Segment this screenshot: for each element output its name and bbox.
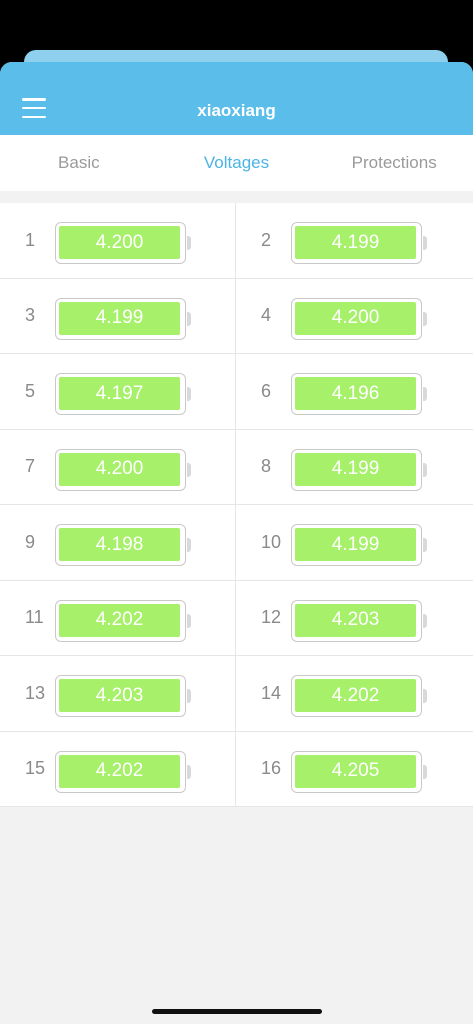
cell-item-9: 9 4.198 (0, 505, 236, 581)
battery-icon: 4.203 (55, 675, 191, 717)
cell-voltage: 4.199 (295, 452, 416, 486)
cell-voltage: 4.199 (59, 301, 180, 335)
tab-voltages[interactable]: Voltages (158, 153, 316, 173)
cell-number: 15 (25, 758, 46, 779)
cell-item-6: 6 4.196 (236, 354, 473, 430)
cell-voltage: 4.202 (59, 754, 180, 788)
battery-icon: 4.203 (291, 599, 427, 642)
cell-voltage: 4.202 (295, 679, 416, 712)
battery-icon: 4.199 (291, 448, 427, 491)
cell-voltage: 4.198 (59, 528, 180, 561)
battery-icon: 4.202 (291, 675, 427, 717)
battery-icon: 4.199 (291, 524, 427, 566)
cell-item-13: 13 4.203 (0, 656, 236, 732)
cell-item-15: 15 4.202 (0, 731, 236, 807)
cell-number: 7 (25, 456, 36, 477)
cell-item-3: 3 4.199 (0, 278, 236, 354)
cell-item-14: 14 4.202 (236, 656, 473, 732)
cell-item-12: 12 4.203 (236, 581, 473, 656)
battery-icon: 4.199 (291, 222, 427, 264)
cell-number: 8 (261, 456, 272, 477)
cell-item-10: 10 4.199 (236, 505, 473, 581)
battery-icon: 4.197 (55, 373, 191, 415)
cell-voltage: 4.202 (59, 603, 180, 637)
cell-number: 9 (25, 531, 36, 552)
cell-voltage: 4.197 (59, 377, 180, 410)
tab-basic[interactable]: Basic (0, 153, 158, 173)
cell-number: 1 (25, 229, 36, 250)
cell-item-5: 5 4.197 (0, 354, 236, 430)
battery-icon: 4.199 (55, 297, 191, 340)
cell-number: 3 (25, 305, 36, 326)
tab-protections[interactable]: Protections (315, 153, 473, 173)
cell-number: 10 (261, 531, 282, 552)
cell-voltage: 4.199 (295, 528, 416, 561)
battery-icon: 4.196 (291, 373, 427, 415)
screen: xiaoxiang Basic Voltages Protections 1 4… (0, 0, 473, 1024)
hamburger-menu-icon[interactable] (22, 98, 46, 118)
cell-item-11: 11 4.202 (0, 580, 236, 656)
cell-item-16: 16 4.205 (236, 732, 473, 807)
cell-voltage-grid: 1 4.200 2 4.199 3 4.199 4 4.200 5 4.197 (0, 203, 473, 807)
cell-voltage: 4.200 (59, 226, 180, 259)
battery-icon: 4.198 (55, 524, 191, 566)
battery-icon: 4.202 (55, 750, 191, 793)
cell-item-2: 2 4.199 (236, 203, 473, 279)
battery-icon: 4.200 (55, 448, 191, 491)
battery-icon: 4.205 (291, 750, 427, 793)
cell-number: 5 (25, 380, 36, 401)
cell-item-7: 7 4.200 (0, 429, 236, 505)
cell-voltage: 4.200 (295, 301, 416, 335)
cell-voltage: 4.200 (59, 452, 180, 486)
cell-number: 12 (261, 607, 282, 628)
cell-number: 14 (261, 682, 282, 703)
cell-item-1: 1 4.200 (0, 203, 236, 279)
cell-number: 4 (261, 305, 272, 326)
app-header: xiaoxiang (0, 62, 473, 135)
app-title: xiaoxiang (197, 100, 276, 120)
app-container: xiaoxiang Basic Voltages Protections 1 4… (0, 62, 473, 1024)
cell-number: 6 (261, 380, 272, 401)
tab-bar: Basic Voltages Protections (0, 135, 473, 191)
cell-number: 13 (25, 682, 46, 703)
cell-item-8: 8 4.199 (236, 430, 473, 505)
cell-number: 2 (261, 229, 272, 250)
battery-icon: 4.200 (291, 297, 427, 340)
cell-number: 11 (25, 607, 44, 628)
battery-icon: 4.202 (55, 599, 191, 642)
cell-number: 16 (261, 758, 282, 779)
cell-voltage: 4.196 (295, 377, 416, 410)
cell-voltage: 4.199 (295, 226, 416, 259)
home-indicator[interactable] (152, 1009, 322, 1014)
battery-icon: 4.200 (55, 222, 191, 264)
cell-voltage: 4.205 (295, 754, 416, 788)
cell-item-4: 4 4.200 (236, 279, 473, 354)
cell-voltage: 4.203 (59, 679, 180, 712)
cell-voltage: 4.203 (295, 603, 416, 637)
